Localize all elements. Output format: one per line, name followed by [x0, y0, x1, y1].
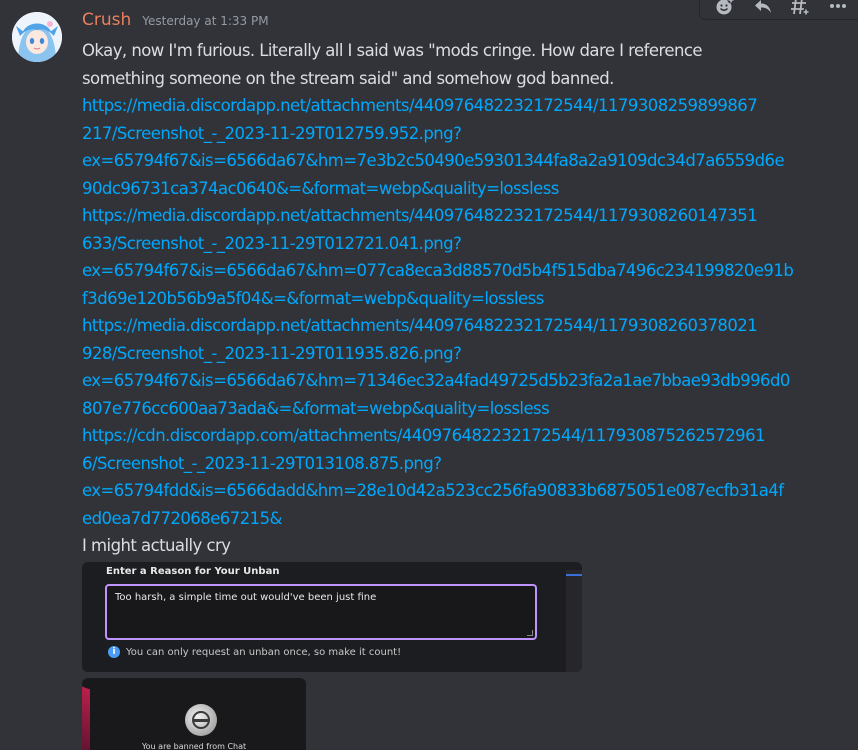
message-text-line: I might actually cry [82, 536, 231, 555]
image-attachment-unban-form[interactable]: Enter a Reason for Your Unban Too harsh,… [82, 562, 582, 672]
link-line: 6/Screenshot_-_2023-11-29T013108.875.png… [82, 453, 442, 473]
attachment-link[interactable]: https://media.discordapp.net/attachments… [82, 92, 818, 202]
decorative-stripe [82, 686, 90, 750]
link-line: f3d69e120b56b9a5f04&=&format=webp&qualit… [82, 288, 544, 308]
cropped-edge [566, 570, 582, 672]
link-line: https://cdn.discordapp.com/attachments/4… [82, 426, 766, 445]
link-line: ex=65794f67&is=6566da67&hm=7e3b2c50490e5… [82, 151, 785, 170]
unban-reason-textarea: Too harsh, a simple time out would've be… [105, 584, 537, 640]
link-line: 807e776cc600aa73ada&=&format=webp&qualit… [82, 398, 550, 418]
banned-icon [185, 704, 217, 736]
attachment-link[interactable]: https://cdn.discordapp.com/attachments/4… [82, 422, 818, 532]
message: Crush Yesterday at 1:33 PM Okay, now I'm… [0, 0, 858, 750]
image-attachment-banned-screen[interactable]: You are banned from Chat [82, 678, 306, 750]
resize-handle-icon [527, 630, 533, 636]
timestamp: Yesterday at 1:33 PM [142, 14, 269, 28]
message-actions-bar [699, 0, 858, 20]
link-line: ed0ea7d772068e67215& [82, 508, 282, 528]
message-text-line: something someone on the stream said" an… [82, 68, 614, 88]
link-line: 217/Screenshot_-_2023-11-29T012759.952.p… [82, 123, 462, 143]
more-icon[interactable] [824, 0, 852, 18]
link-line: https://media.discordapp.net/attachments… [82, 206, 758, 225]
link-line: 928/Screenshot_-_2023-11-29T011935.826.p… [82, 343, 462, 363]
message-content: Okay, now I'm furious. Literally all I s… [82, 37, 818, 560]
add-reaction-icon[interactable] [711, 0, 739, 18]
unban-form-title: Enter a Reason for Your Unban [106, 566, 280, 577]
unban-info-text: You can only request an unban once, so m… [126, 646, 402, 658]
attachment-link[interactable]: https://media.discordapp.net/attachments… [82, 312, 818, 422]
avatar[interactable] [12, 12, 62, 62]
link-line: 633/Screenshot_-_2023-11-29T012721.041.p… [82, 233, 462, 253]
link-line: ex=65794f67&is=6566da67&hm=077ca8eca3d88… [82, 261, 794, 280]
username[interactable]: Crush [82, 10, 131, 30]
info-icon: i [108, 646, 120, 658]
banned-text: You are banned from Chat [141, 742, 247, 750]
message-text-line: Okay, now I'm furious. Literally all I s… [82, 41, 703, 60]
link-line: ex=65794fdd&is=6566dadd&hm=28e10d42a523c… [82, 481, 784, 500]
link-line: ex=65794f67&is=6566da67&hm=71346ec32a4fa… [82, 371, 790, 390]
link-line: https://media.discordapp.net/attachments… [82, 96, 758, 115]
create-thread-icon[interactable] [786, 0, 814, 18]
message-header: Crush Yesterday at 1:33 PM [82, 10, 269, 36]
link-line: https://media.discordapp.net/attachments… [82, 316, 758, 335]
unban-info-row: i You can only request an unban once, so… [108, 646, 401, 658]
link-line: 90dc96731ca374ac0640&=&format=webp&quali… [82, 178, 559, 198]
unban-reason-value: Too harsh, a simple time out would've be… [115, 592, 377, 603]
reply-icon[interactable] [749, 0, 777, 18]
attachment-link[interactable]: https://media.discordapp.net/attachments… [82, 202, 818, 312]
